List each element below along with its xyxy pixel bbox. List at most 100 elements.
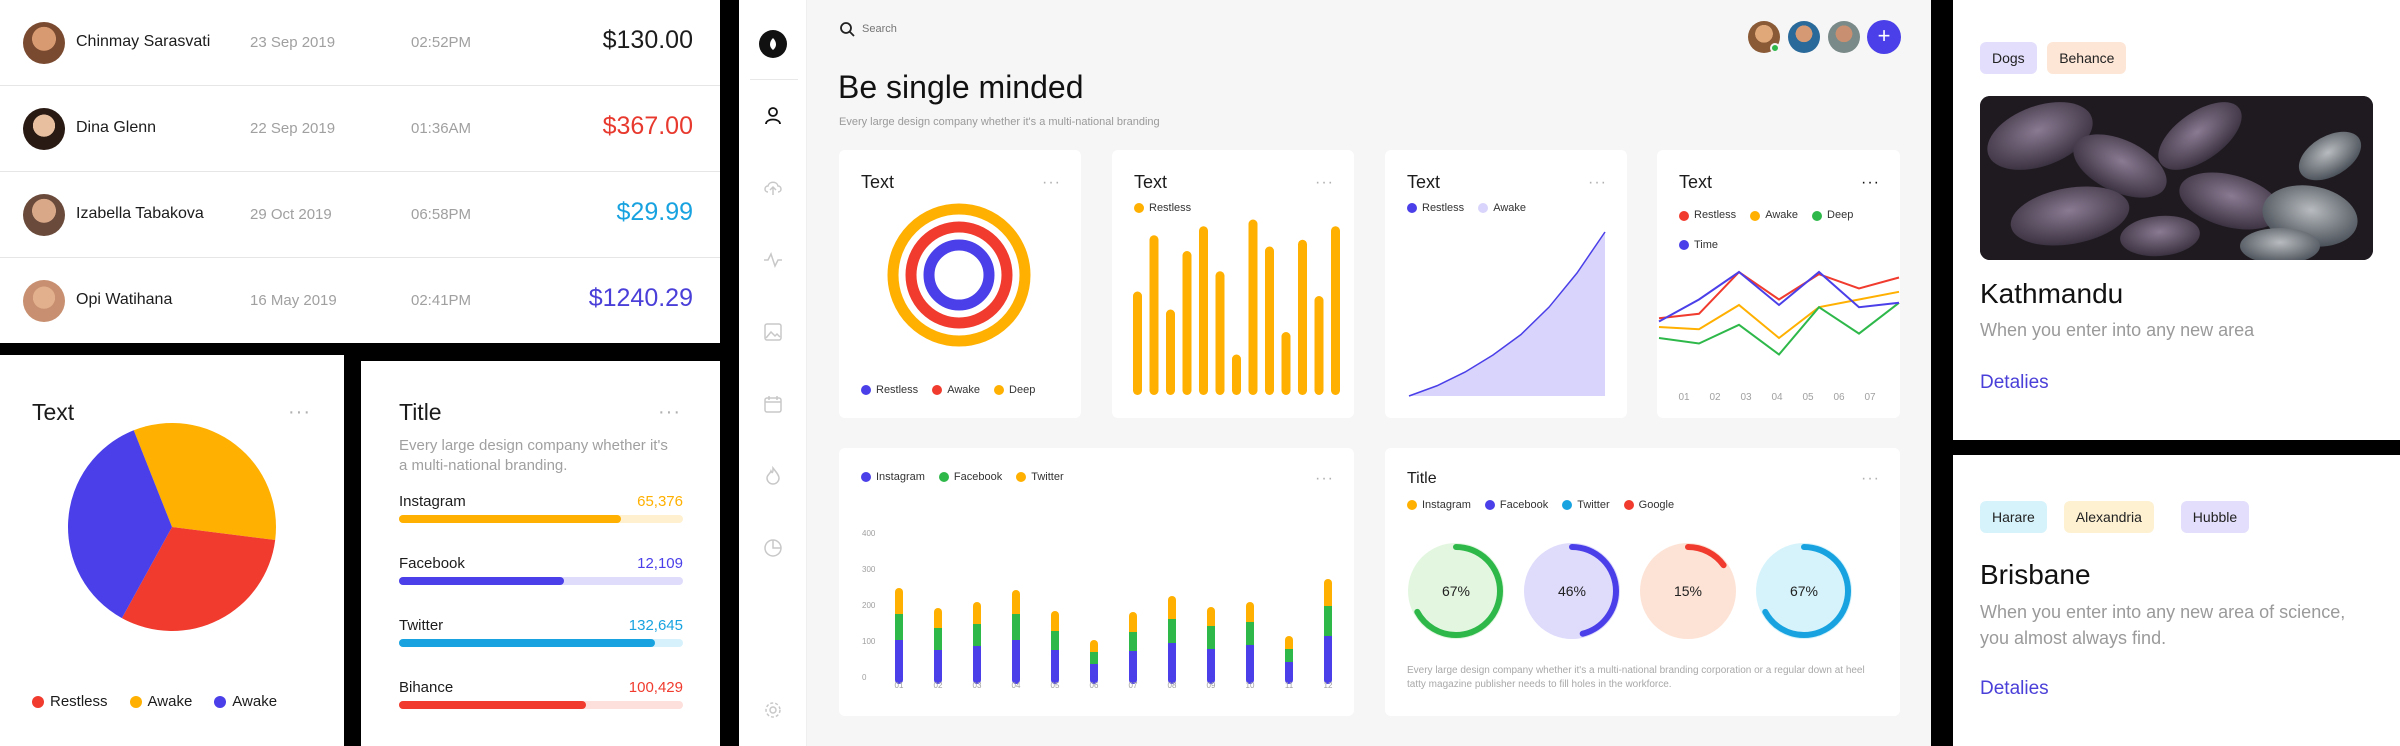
stacked-bar-chart: 400 300 200 100 0 01 02 03 04 05 06 07 08 09 10 11 12: [862, 529, 1333, 690]
city-description: When you enter into any new area of scie…: [1980, 602, 2346, 648]
transaction-name: Opi Watihana: [76, 291, 173, 308]
tag-chip[interactable]: Hubble: [2180, 501, 2250, 533]
transaction-row[interactable]: Chinmay Sarasvati 23 Sep 2019 02:52PM $130.…: [0, 0, 720, 86]
x-tick-label: 03: [1740, 392, 1752, 403]
bar-cap: [1012, 590, 1020, 598]
search-input[interactable]: [862, 19, 1062, 39]
progress-track: [399, 701, 683, 709]
bar: [1182, 251, 1192, 395]
search-icon[interactable]: [839, 21, 855, 37]
channel-label: Facebook: [399, 555, 465, 572]
bar-cap: [1324, 579, 1332, 587]
city-card-brisbane: Harare Alexandria Hubble Brisbane When you…: [1953, 455, 2400, 746]
stacked-bar-segment: [1168, 643, 1176, 680]
tag-chip[interactable]: Harare: [1980, 501, 2047, 533]
bar-cap: [1246, 602, 1254, 610]
transaction-row[interactable]: Izabella Tabakova 29 Oct 2019 06:58PM $29.9…: [0, 172, 720, 258]
bar: [1331, 226, 1340, 395]
stacked-bar-segment: [1051, 631, 1059, 650]
area-card: Text ··· Restless Awake: [1385, 150, 1627, 418]
transaction-date: 23 Sep 2019: [250, 34, 336, 51]
avatar[interactable]: [1788, 21, 1820, 53]
city-name: Kathmandu: [1980, 278, 2124, 309]
transaction-date: 29 Oct 2019: [250, 206, 332, 223]
stacked-bar-segment: [1012, 614, 1020, 640]
x-tick-label: 04: [1012, 681, 1021, 690]
stacked-bar-segment: [934, 650, 942, 680]
chart-legend: Restless Awake Deep: [861, 384, 1049, 398]
legend-item: Awake: [129, 693, 192, 710]
legend-item: Awake: [214, 693, 277, 710]
pie-chart-icon[interactable]: [763, 538, 783, 558]
stacked-bar-segment: [1246, 645, 1254, 680]
add-button[interactable]: +: [1867, 20, 1901, 54]
x-tick-label: 01: [895, 681, 904, 690]
social-card-subtitle: Every large design company whether it's …: [399, 437, 668, 474]
bar-cap: [1129, 612, 1137, 620]
x-tick-label: 11: [1285, 681, 1294, 690]
avatar: [23, 22, 65, 64]
tag-chip[interactable]: Behance: [2047, 42, 2127, 74]
stacked-bar-segment: [1129, 632, 1137, 651]
bar-card: Text ··· Restless: [1112, 150, 1354, 418]
calendar-icon[interactable]: [763, 394, 783, 414]
x-tick-label: 07: [1129, 681, 1138, 690]
x-tick-label: 06: [1090, 681, 1099, 690]
card-footnote: Every large design company whether it's …: [1407, 665, 1865, 690]
activity-icon[interactable]: [763, 250, 783, 270]
progress-track: [399, 577, 683, 585]
bar: [1199, 226, 1208, 395]
avatar[interactable]: [1828, 21, 1860, 53]
transaction-row[interactable]: Dina Glenn 22 Sep 2019 01:36AM $367.00: [0, 86, 720, 172]
stacked-bar-segment: [1168, 619, 1176, 643]
stacked-bar-segment: [895, 614, 903, 640]
stacked-bar-segment: [1207, 626, 1215, 649]
city-card-kathmandu: Dogs Behance Kathmandu When you enter int…: [1953, 0, 2400, 440]
details-link[interactable]: Detalies: [1980, 678, 2049, 700]
transaction-name: Izabella Tabakova: [76, 205, 204, 222]
area-chart: [1408, 231, 1606, 397]
upload-cloud-icon[interactable]: [763, 178, 783, 198]
transaction-amount: $130.00: [602, 26, 693, 54]
tag-chip[interactable]: Dogs: [1980, 42, 2037, 74]
user-icon[interactable]: [763, 106, 783, 126]
x-tick-label: 10: [1246, 681, 1255, 690]
y-tick-label: 200: [862, 601, 876, 610]
transaction-row[interactable]: Opi Watihana 16 May 2019 02:41PM $1240.29: [0, 258, 720, 343]
stacked-bar-segment: [895, 640, 903, 680]
legend-item: Awake: [932, 384, 980, 396]
transaction-name: Dina Glenn: [76, 119, 157, 136]
bar-cap: [934, 608, 942, 616]
stacked-bar-segment: [1324, 636, 1332, 680]
avatar: [23, 280, 65, 322]
y-tick-label: 300: [862, 565, 876, 574]
stacked-bar-segment: [1051, 650, 1059, 680]
pie-chart: [68, 423, 276, 631]
details-link[interactable]: Detalies: [1980, 372, 2049, 394]
x-tick-label: 05: [1802, 392, 1814, 403]
more-icon[interactable]: ···: [658, 402, 681, 422]
progress-track: [399, 515, 683, 523]
tag-chip[interactable]: Alexandria: [2063, 501, 2154, 533]
avatar: [23, 194, 65, 236]
pie-card: Text ··· Restless Awake Awake: [0, 355, 344, 746]
logo-icon[interactable]: [759, 30, 787, 58]
channel-value: 132,645: [628, 617, 683, 634]
donut-label: 67%: [1790, 583, 1818, 599]
transaction-time: 02:52PM: [411, 34, 472, 51]
settings-icon[interactable]: [763, 700, 783, 720]
stacked-bar-card: Instagram Facebook Twitter ··· 400 300 200 10…: [839, 448, 1354, 716]
line-series: [1658, 270, 1900, 320]
bar-cap: [973, 602, 981, 610]
fire-icon[interactable]: [763, 466, 783, 486]
channel-value: 65,376: [637, 493, 683, 510]
bar-cap: [895, 588, 903, 596]
donut-label: 15%: [1674, 583, 1702, 599]
stacked-bar-segment: [1324, 606, 1332, 636]
channel-label: Bihance: [399, 679, 454, 696]
image-icon[interactable]: [763, 322, 783, 342]
transactions-panel: Chinmay Sarasvati 23 Sep 2019 02:52PM $130.…: [0, 0, 720, 343]
social-card-title: Title: [399, 399, 442, 425]
bar-cap: [1051, 611, 1059, 619]
stacked-bar-segment: [934, 628, 942, 650]
